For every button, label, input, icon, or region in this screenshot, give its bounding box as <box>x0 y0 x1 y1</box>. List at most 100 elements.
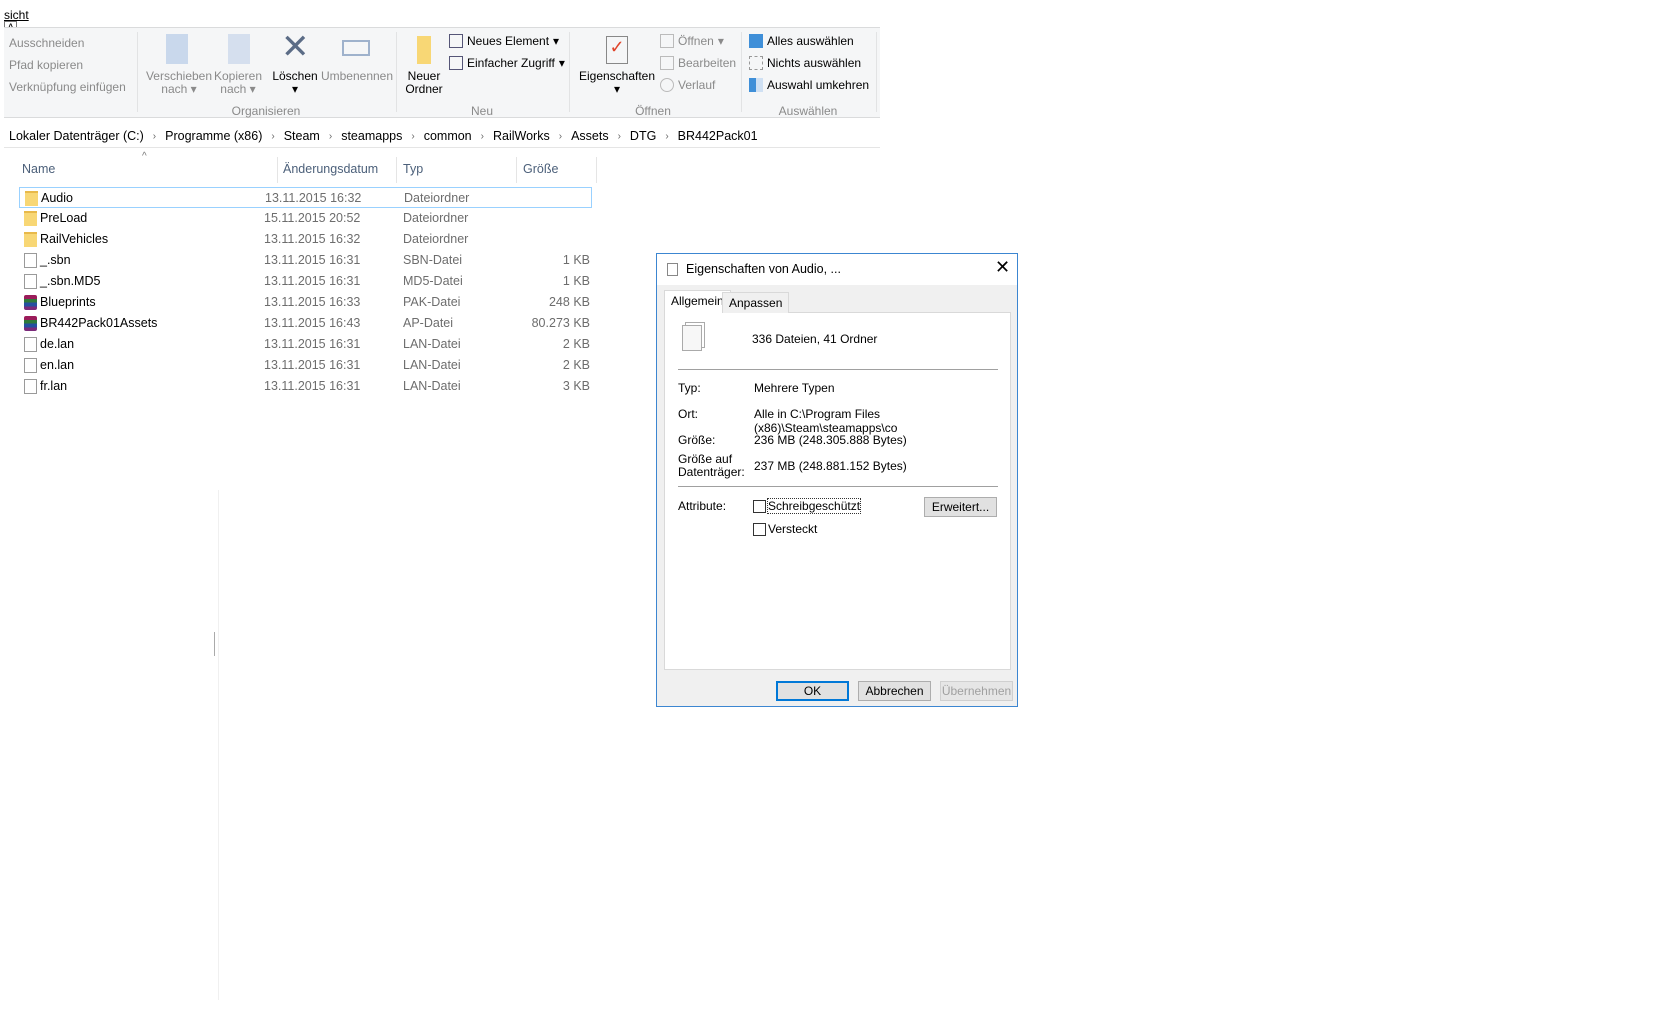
location-label: Ort: <box>678 407 698 421</box>
file-row[interactable]: RailVehicles 13.11.2015 16:32 Dateiordne… <box>19 229 592 250</box>
breadcrumb-chevron-icon[interactable]: › <box>659 129 674 145</box>
column-header-name[interactable]: Name <box>22 162 55 176</box>
close-icon[interactable]: ✕ <box>995 257 1010 278</box>
file-row[interactable]: _.sbn.MD5 13.11.2015 16:31 MD5-Datei 1 K… <box>19 271 592 292</box>
size-value: 236 MB (248.305.888 Bytes) <box>754 433 907 447</box>
breadcrumb-chevron-icon[interactable]: › <box>612 129 627 145</box>
archive-icon <box>24 316 37 331</box>
open-icon <box>660 34 674 48</box>
file-date: 13.11.2015 16:31 <box>264 253 361 267</box>
history-button[interactable]: Verlauf <box>660 78 715 92</box>
file-type: AP-Datei <box>403 316 454 330</box>
apply-button[interactable]: Übernehmen <box>940 681 1013 701</box>
breadcrumb-chevron-icon[interactable]: › <box>553 129 568 145</box>
column-header-date[interactable]: Änderungsdatum <box>283 162 378 176</box>
breadcrumb-item[interactable]: steamapps <box>338 129 405 145</box>
file-row[interactable]: Blueprints 13.11.2015 16:33 PAK-Datei 24… <box>19 292 592 313</box>
file-size: 2 KB <box>562 358 590 372</box>
column-header-type[interactable]: Typ <box>403 162 423 176</box>
file-name: fr.lan <box>40 379 68 393</box>
tab-customize[interactable]: Anpassen <box>722 292 790 313</box>
cut-button[interactable]: Ausschneiden <box>9 36 84 50</box>
copy-to-button[interactable]: Kopieren nach ▾ <box>210 70 266 96</box>
invert-selection-button[interactable]: Auswahl umkehren <box>749 78 869 92</box>
splitter[interactable] <box>214 632 215 656</box>
new-folder-button[interactable]: Neuer Ordner <box>399 70 449 96</box>
file-row[interactable]: BR442Pack01Assets 13.11.2015 16:43 AP-Da… <box>19 313 592 334</box>
file-type: MD5-Datei <box>403 274 463 288</box>
tab-general[interactable]: Allgemein <box>664 290 731 313</box>
breadcrumb: Lokaler Datenträger (C:) › Programme (x86)… <box>6 129 761 145</box>
readonly-checkbox[interactable] <box>753 500 766 513</box>
edit-button[interactable]: Bearbeiten <box>660 56 736 70</box>
breadcrumb-item[interactable]: RailWorks <box>490 129 553 145</box>
location-value: Alle in C:\Program Files (x86)\Steam\ste… <box>754 407 898 435</box>
file-size: 248 KB <box>548 295 590 309</box>
breadcrumb-item[interactable]: Steam <box>281 129 323 145</box>
file-row[interactable]: Audio 13.11.2015 16:32 Dateiordner <box>19 187 592 208</box>
breadcrumb-chevron-icon[interactable]: › <box>265 129 280 145</box>
ribbon-tab-view-fragment[interactable]: sicht <box>4 8 29 22</box>
disk-size-value: 237 MB (248.881.152 Bytes) <box>754 459 907 473</box>
rename-icon <box>342 40 370 56</box>
file-row[interactable]: fr.lan 13.11.2015 16:31 LAN-Datei 3 KB <box>19 376 592 397</box>
properties-dialog: Eigenschaften von Audio, ... ✕ 336 Datei… <box>656 253 1018 707</box>
column-header-size[interactable]: Größe <box>523 162 558 176</box>
move-to-button[interactable]: Verschieben nach ▾ <box>144 70 214 96</box>
file-name: Audio <box>41 191 73 205</box>
invert-selection-icon <box>749 78 763 92</box>
properties-button[interactable]: Eigenschaften ▾ <box>579 70 655 96</box>
hidden-label[interactable]: Versteckt <box>768 522 817 536</box>
readonly-label[interactable]: Schreibgeschützt <box>766 498 862 514</box>
paste-shortcut-button[interactable]: Verknüpfung einfügen <box>9 80 126 94</box>
file-row[interactable]: _.sbn 13.11.2015 16:31 SBN-Datei 1 KB <box>19 250 592 271</box>
breadcrumb-item[interactable]: DTG <box>627 129 659 145</box>
breadcrumb-chevron-icon[interactable]: › <box>147 129 162 145</box>
file-type: Dateiordner <box>403 211 469 225</box>
breadcrumb-item[interactable]: Lokaler Datenträger (C:) <box>6 129 147 145</box>
properties-title-icon <box>667 263 678 276</box>
advanced-button[interactable]: Erweitert... <box>924 497 997 517</box>
file-row[interactable]: en.lan 13.11.2015 16:31 LAN-Datei 2 KB <box>19 355 592 376</box>
file-row[interactable]: PreLoad 15.11.2015 20:52 Dateiordner <box>19 208 592 229</box>
file-name: RailVehicles <box>40 232 109 246</box>
copy-path-button[interactable]: Pfad kopieren <box>9 58 83 72</box>
file-date: 13.11.2015 16:32 <box>264 232 361 246</box>
breadcrumb-chevron-icon[interactable]: › <box>323 129 338 145</box>
size-label: Größe: <box>678 433 716 447</box>
file-type: LAN-Datei <box>403 337 461 351</box>
file-type: Dateiordner <box>403 232 469 246</box>
file-icon <box>24 337 37 352</box>
file-name: BR442Pack01Assets <box>40 316 158 330</box>
breadcrumb-chevron-icon[interactable]: › <box>475 129 490 145</box>
new-item-button[interactable]: Neues Element ▾ <box>449 34 559 48</box>
file-row[interactable]: de.lan 13.11.2015 16:31 LAN-Datei 2 KB <box>19 334 592 355</box>
ok-button[interactable]: OK <box>776 681 849 701</box>
file-date: 13.11.2015 16:31 <box>264 274 361 288</box>
file-icon <box>24 379 37 394</box>
disk-size-label-1: Größe auf <box>678 452 733 466</box>
breadcrumb-item[interactable]: BR442Pack01 <box>675 129 761 145</box>
breadcrumb-item[interactable]: Assets <box>568 129 612 145</box>
easy-access-icon <box>449 56 463 70</box>
open-button[interactable]: Öffnen ▾ <box>660 34 724 48</box>
cancel-button[interactable]: Abbrechen <box>858 681 931 701</box>
delete-button[interactable]: Löschen ▾ <box>272 70 317 96</box>
file-date: 13.11.2015 16:31 <box>264 337 361 351</box>
file-date: 13.11.2015 16:31 <box>264 358 361 372</box>
rename-button[interactable]: Umbenennen <box>321 70 393 83</box>
file-icon <box>24 253 37 268</box>
hidden-checkbox[interactable] <box>753 523 766 536</box>
file-name: PreLoad <box>40 211 88 225</box>
breadcrumb-item[interactable]: common <box>421 129 475 145</box>
file-icon <box>24 274 37 289</box>
group-label-new: Neu <box>470 104 494 118</box>
file-date: 15.11.2015 20:52 <box>264 211 361 225</box>
breadcrumb-item[interactable]: Programme (x86) <box>162 129 265 145</box>
select-all-button[interactable]: Alles auswählen <box>749 34 854 48</box>
easy-access-button[interactable]: Einfacher Zugriff ▾ <box>449 56 565 70</box>
disk-size-label-2: Datenträger: <box>678 465 745 479</box>
select-none-button[interactable]: Nichts auswählen <box>749 56 861 70</box>
breadcrumb-chevron-icon[interactable]: › <box>405 129 420 145</box>
sort-ascending-icon: ^ <box>142 151 147 162</box>
